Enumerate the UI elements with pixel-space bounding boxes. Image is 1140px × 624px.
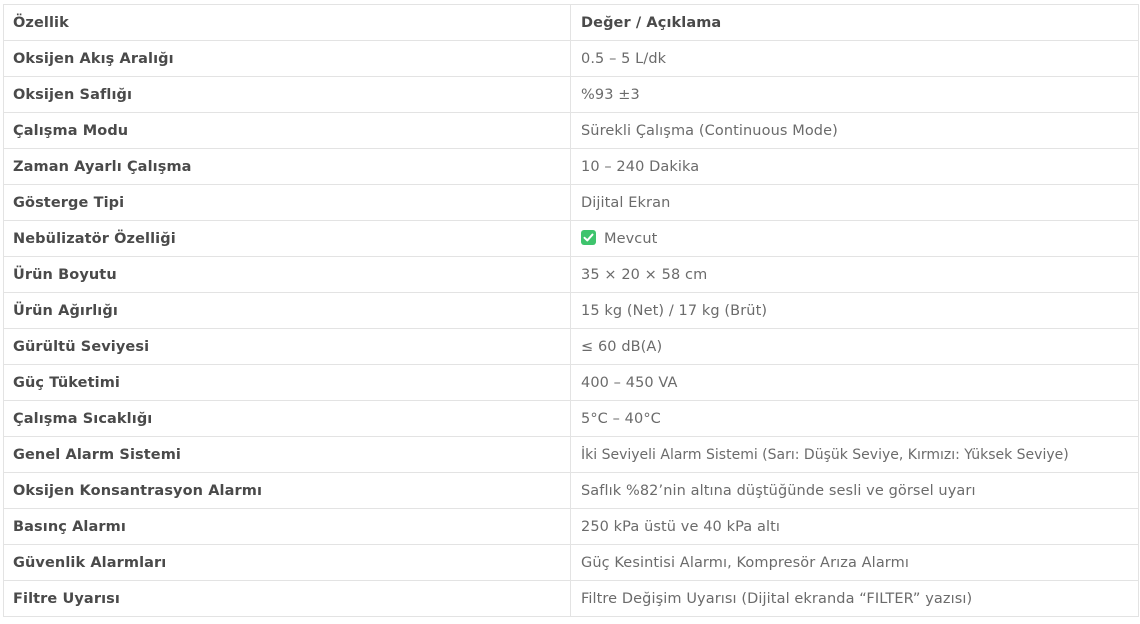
table-row: Zaman Ayarlı Çalışma 10 – 240 Dakika xyxy=(3,148,1139,185)
check-mark-icon xyxy=(581,230,596,245)
feature-cell: Güç Tüketimi xyxy=(3,364,571,401)
feature-cell: Gösterge Tipi xyxy=(3,184,571,221)
table-row: Çalışma Sıcaklığı 5°C – 40°C xyxy=(3,400,1139,437)
value-cell: 15 kg (Net) / 17 kg (Brüt) xyxy=(570,292,1139,329)
value-cell: 5°C – 40°C xyxy=(570,400,1139,437)
value-cell: Mevcut xyxy=(570,220,1139,257)
feature-cell: Oksijen Konsantrasyon Alarmı xyxy=(3,472,571,509)
value-cell: 0.5 – 5 L/dk xyxy=(570,40,1139,77)
value-cell: ≤ 60 dB(A) xyxy=(570,328,1139,365)
value-cell: 400 – 450 VA xyxy=(570,364,1139,401)
spec-table: Özellik Değer / Açıklama Oksijen Akış Ar… xyxy=(3,4,1139,617)
feature-cell: Nebülizatör Özelliği xyxy=(3,220,571,257)
feature-cell: Gürültü Seviyesi xyxy=(3,328,571,365)
feature-cell: Güvenlik Alarmları xyxy=(3,544,571,581)
table-row: Ürün Ağırlığı 15 kg (Net) / 17 kg (Brüt) xyxy=(3,292,1139,329)
table-row: Gürültü Seviyesi ≤ 60 dB(A) xyxy=(3,328,1139,365)
value-cell: Filtre Değişim Uyarısı (Dijital ekranda … xyxy=(570,580,1139,617)
feature-cell: Oksijen Saflığı xyxy=(3,76,571,113)
feature-cell: Çalışma Modu xyxy=(3,112,571,149)
feature-cell: Filtre Uyarısı xyxy=(3,580,571,617)
table-row: Basınç Alarmı 250 kPa üstü ve 40 kPa alt… xyxy=(3,508,1139,545)
value-cell: Sürekli Çalışma (Continuous Mode) xyxy=(570,112,1139,149)
value-cell: Dijital Ekran xyxy=(570,184,1139,221)
value-cell: 10 – 240 Dakika xyxy=(570,148,1139,185)
feature-cell: Oksijen Akış Aralığı xyxy=(3,40,571,77)
table-row: Ürün Boyutu 35 × 20 × 58 cm xyxy=(3,256,1139,293)
header-feature: Özellik xyxy=(3,4,571,41)
table-row: Güç Tüketimi 400 – 450 VA xyxy=(3,364,1139,401)
value-cell: 250 kPa üstü ve 40 kPa altı xyxy=(570,508,1139,545)
feature-cell: Ürün Ağırlığı xyxy=(3,292,571,329)
value-cell: 35 × 20 × 58 cm xyxy=(570,256,1139,293)
table-row: Oksijen Saflığı %93 ±3 xyxy=(3,76,1139,113)
table-header-row: Özellik Değer / Açıklama xyxy=(3,4,1139,41)
table-row: Gösterge Tipi Dijital Ekran xyxy=(3,184,1139,221)
value-cell: %93 ±3 xyxy=(570,76,1139,113)
feature-cell: Basınç Alarmı xyxy=(3,508,571,545)
table-row: Filtre Uyarısı Filtre Değişim Uyarısı (D… xyxy=(3,580,1139,617)
value-cell: Güç Kesintisi Alarmı, Kompresör Arıza Al… xyxy=(570,544,1139,581)
table-row: Genel Alarm Sistemi İki Seviyeli Alarm S… xyxy=(3,436,1139,473)
feature-cell: Çalışma Sıcaklığı xyxy=(3,400,571,437)
table-row: Güvenlik Alarmları Güç Kesintisi Alarmı,… xyxy=(3,544,1139,581)
feature-cell: Genel Alarm Sistemi xyxy=(3,436,571,473)
feature-cell: Ürün Boyutu xyxy=(3,256,571,293)
table-row: Çalışma Modu Sürekli Çalışma (Continuous… xyxy=(3,112,1139,149)
value-cell: Saflık %82’nin altına düştüğünde sesli v… xyxy=(570,472,1139,509)
table-row: Nebülizatör Özelliği Mevcut xyxy=(3,220,1139,257)
table-row: Oksijen Konsantrasyon Alarmı Saflık %82’… xyxy=(3,472,1139,509)
feature-cell: Zaman Ayarlı Çalışma xyxy=(3,148,571,185)
table-row: Oksijen Akış Aralığı 0.5 – 5 L/dk xyxy=(3,40,1139,77)
value-text: Mevcut xyxy=(604,231,658,247)
header-value: Değer / Açıklama xyxy=(570,4,1139,41)
value-cell: İki Seviyeli Alarm Sistemi (Sarı: Düşük … xyxy=(570,436,1139,473)
